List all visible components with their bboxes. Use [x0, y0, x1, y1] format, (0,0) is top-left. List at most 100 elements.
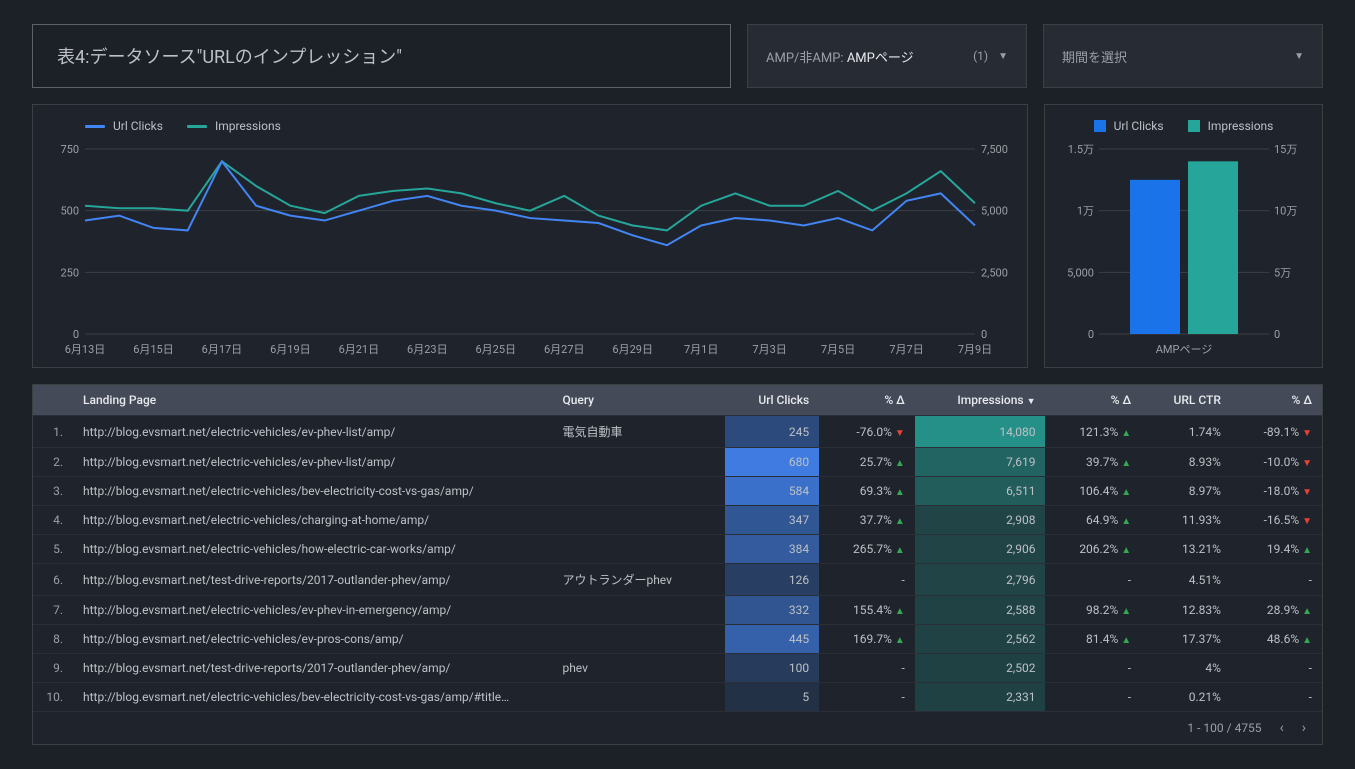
cell-ctr-delta: -18.0% ▼	[1231, 477, 1322, 506]
cell-query: phev	[552, 654, 724, 683]
cell-ctr-delta: 28.9% ▲	[1231, 596, 1322, 625]
cell-clicks: 245	[725, 416, 819, 448]
bar-chart: Url Clicks Impressions 005,0005万1万10万1.5…	[1044, 104, 1323, 368]
table-body: 1. http://blog.evsmart.net/electric-vehi…	[33, 416, 1322, 712]
cell-impr: 2,562	[915, 625, 1046, 654]
cell-ctr: 1.74%	[1141, 416, 1231, 448]
svg-text:250: 250	[60, 266, 79, 279]
cell-impr-delta: 81.4% ▲	[1045, 625, 1141, 654]
cell-landing-page: http://blog.evsmart.net/electric-vehicle…	[73, 535, 552, 564]
cell-ctr: 4.51%	[1141, 564, 1231, 596]
cell-clicks-delta: -76.0% ▼	[819, 416, 915, 448]
cell-impr: 2,908	[915, 506, 1046, 535]
cell-ctr: 11.93%	[1141, 506, 1231, 535]
svg-text:5万: 5万	[1274, 266, 1291, 279]
table-row[interactable]: 7. http://blog.evsmart.net/electric-vehi…	[33, 596, 1322, 625]
cell-clicks-delta: -	[819, 683, 915, 712]
cell-query	[552, 506, 724, 535]
cell-impr: 2,502	[915, 654, 1046, 683]
legend-impr-bar: Impressions	[1208, 119, 1274, 133]
bar-chart-svg: 005,0005万1万10万1.5万15万AMPページ	[1057, 139, 1307, 359]
pager-next[interactable]: ›	[1302, 720, 1306, 736]
table-row[interactable]: 3. http://blog.evsmart.net/electric-vehi…	[33, 477, 1322, 506]
cell-ctr-delta: -89.1% ▼	[1231, 416, 1322, 448]
cell-ctr: 8.97%	[1141, 477, 1231, 506]
cell-landing-page: http://blog.evsmart.net/electric-vehicle…	[73, 448, 552, 477]
svg-text:AMPページ: AMPページ	[1156, 343, 1213, 356]
table-row[interactable]: 9. http://blog.evsmart.net/test-drive-re…	[33, 654, 1322, 683]
col-0[interactable]: Landing Page	[73, 385, 552, 416]
svg-text:0: 0	[1274, 328, 1280, 341]
svg-text:6月25日: 6月25日	[475, 343, 516, 356]
cell-ctr: 4%	[1141, 654, 1231, 683]
cell-ctr-delta: 48.6% ▲	[1231, 625, 1322, 654]
svg-text:6月19日: 6月19日	[270, 343, 311, 356]
table-row[interactable]: 1. http://blog.evsmart.net/electric-vehi…	[33, 416, 1322, 448]
date-label: 期間を選択	[1062, 47, 1127, 66]
cell-impr-delta: -	[1045, 564, 1141, 596]
cell-impr: 2,331	[915, 683, 1046, 712]
cell-clicks: 126	[725, 564, 819, 596]
cell-landing-page: http://blog.evsmart.net/test-drive-repor…	[73, 564, 552, 596]
chevron-down-icon: ▼	[998, 51, 1008, 62]
table-header-row: Landing PageQueryUrl Clicks% ΔImpression…	[33, 385, 1322, 416]
svg-text:6月17日: 6月17日	[202, 343, 243, 356]
svg-text:7月7日: 7月7日	[889, 343, 923, 356]
cell-clicks-delta: 265.7% ▲	[819, 535, 915, 564]
cell-clicks: 384	[725, 535, 819, 564]
cell-impr: 2,906	[915, 535, 1046, 564]
col-5[interactable]: % Δ	[1045, 385, 1141, 416]
cell-clicks-delta: 37.7% ▲	[819, 506, 915, 535]
cell-landing-page: http://blog.evsmart.net/electric-vehicle…	[73, 625, 552, 654]
col-3[interactable]: % Δ	[819, 385, 915, 416]
page-title: 表4:データソース"URLのインプレッション"	[32, 24, 731, 88]
pager-prev[interactable]: ‹	[1280, 720, 1284, 736]
legend-swatch-impr	[1188, 120, 1200, 132]
svg-text:6月29日: 6月29日	[612, 343, 653, 356]
svg-text:5,000: 5,000	[1067, 266, 1094, 279]
cell-query	[552, 596, 724, 625]
cell-ctr-delta: 19.4% ▲	[1231, 535, 1322, 564]
svg-text:500: 500	[60, 205, 79, 218]
svg-text:6月15日: 6月15日	[133, 343, 174, 356]
table-row[interactable]: 5. http://blog.evsmart.net/electric-vehi…	[33, 535, 1322, 564]
cell-ctr: 8.93%	[1141, 448, 1231, 477]
filter-amp-dropdown[interactable]: AMP/非AMP: AMPページ (1) ▼	[747, 24, 1027, 88]
filter-value: AMPページ	[847, 51, 914, 66]
cell-clicks-delta: 69.3% ▲	[819, 477, 915, 506]
svg-text:750: 750	[60, 143, 79, 156]
col-2[interactable]: Url Clicks	[725, 385, 819, 416]
svg-text:7,500: 7,500	[981, 143, 1008, 156]
col-7[interactable]: % Δ	[1231, 385, 1322, 416]
cell-query: 電気自動車	[552, 416, 724, 448]
title-text: 表4:データソース"URLのインプレッション"	[57, 47, 402, 68]
cell-impr-delta: -	[1045, 654, 1141, 683]
cell-impr: 14,080	[915, 416, 1046, 448]
cell-landing-page: http://blog.evsmart.net/electric-vehicle…	[73, 683, 552, 712]
cell-landing-page: http://blog.evsmart.net/electric-vehicle…	[73, 506, 552, 535]
col-4[interactable]: Impressions ▼	[915, 385, 1046, 416]
filter-label: AMP/非AMP:	[766, 51, 844, 66]
table-row[interactable]: 6. http://blog.evsmart.net/test-drive-re…	[33, 564, 1322, 596]
svg-text:1万: 1万	[1077, 205, 1094, 218]
table-row[interactable]: 10. http://blog.evsmart.net/electric-veh…	[33, 683, 1322, 712]
date-range-picker[interactable]: 期間を選択 ▼	[1043, 24, 1323, 88]
cell-impr-delta: 98.2% ▲	[1045, 596, 1141, 625]
cell-query: アウトランダーphev	[552, 564, 724, 596]
col-6[interactable]: URL CTR	[1141, 385, 1231, 416]
table-row[interactable]: 2. http://blog.evsmart.net/electric-vehi…	[33, 448, 1322, 477]
cell-ctr: 0.21%	[1141, 683, 1231, 712]
cell-impr-delta: 206.2% ▲	[1045, 535, 1141, 564]
legend-clicks: Url Clicks	[113, 119, 163, 133]
cell-clicks: 332	[725, 596, 819, 625]
col-1[interactable]: Query	[552, 385, 724, 416]
cell-impr: 2,588	[915, 596, 1046, 625]
svg-text:7月3日: 7月3日	[752, 343, 786, 356]
line-chart: Url Clicks Impressions 002502,5005005,00…	[32, 104, 1028, 368]
legend-swatch-clicks	[85, 125, 105, 128]
svg-text:6月23日: 6月23日	[407, 343, 448, 356]
cell-clicks: 445	[725, 625, 819, 654]
cell-clicks: 100	[725, 654, 819, 683]
table-row[interactable]: 4. http://blog.evsmart.net/electric-vehi…	[33, 506, 1322, 535]
table-row[interactable]: 8. http://blog.evsmart.net/electric-vehi…	[33, 625, 1322, 654]
